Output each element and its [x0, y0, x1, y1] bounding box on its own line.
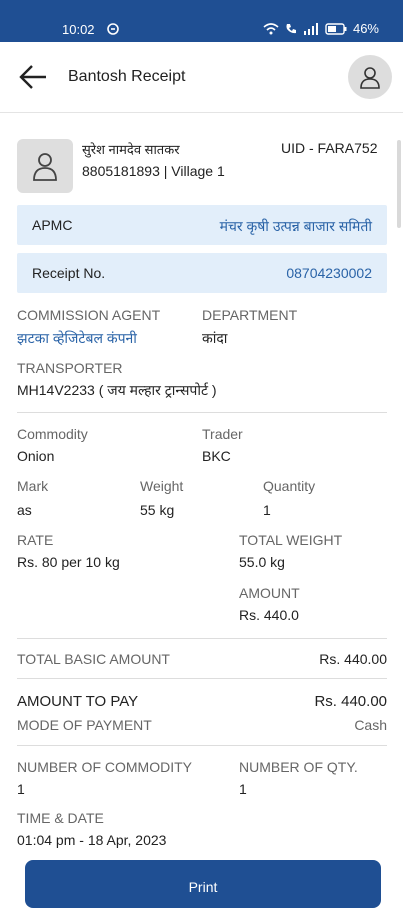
divider — [17, 745, 387, 746]
receipt-label: Receipt No. — [32, 265, 106, 281]
total-basic-value: Rs. 440.00 — [319, 651, 387, 667]
back-arrow-icon[interactable] — [18, 64, 48, 90]
mark-label: Mark — [17, 478, 49, 494]
department-value: कांदा — [202, 330, 228, 346]
battery-percent: 46% — [352, 21, 379, 36]
total-basic-label: TOTAL BASIC AMOUNT — [17, 651, 170, 667]
time-date-label: TIME & DATE — [17, 810, 104, 826]
amount-value: Rs. 440.0 — [239, 607, 299, 623]
page-title: Bantosh Receipt — [68, 68, 186, 85]
divider — [17, 412, 387, 413]
time-date-value: 01:04 pm - 18 Apr, 2023 — [17, 832, 167, 848]
mark-value: as — [17, 502, 32, 518]
receipt-value: 08704230002 — [286, 265, 372, 281]
farmer-avatar — [17, 139, 73, 193]
sync-icon — [107, 23, 119, 35]
quantity-label: Quantity — [263, 478, 316, 494]
call-icon — [286, 23, 296, 33]
department-label: DEPARTMENT — [202, 307, 298, 323]
number-of-commodity-value: 1 — [17, 781, 25, 797]
weight-value: 55 kg — [140, 502, 175, 518]
amount-to-pay-label: AMOUNT TO PAY — [17, 693, 139, 710]
app-bar: Bantosh Receipt — [0, 42, 403, 113]
apmc-box: APMC मंचर कृषी उत्पन्न बाजार समिती — [17, 205, 387, 245]
farmer-uid: UID - FARA752 — [281, 140, 378, 156]
status-bar: 10:02 46% — [0, 0, 403, 42]
commodity-value: Onion — [17, 448, 55, 464]
farmer-name: सुरेश नामदेव सातकर — [82, 142, 180, 157]
receipt-card: सुरेश नामदेव सातकर 8805181893 | Village … — [0, 112, 400, 902]
apmc-value: मंचर कृषी उत्पन्न बाजार समिती — [219, 218, 372, 234]
status-icons: 46% — [263, 21, 379, 36]
trader-label: Trader — [202, 426, 243, 442]
status-time: 10:02 — [62, 22, 95, 37]
transporter-value: MH14V2233 ( जय मल्हार ट्रान्सपोर्ट ) — [17, 382, 217, 398]
signal-icon — [303, 22, 318, 35]
commission-agent-label: COMMISSION AGENT — [17, 307, 161, 323]
commission-agent-value: झटका व्हेजिटेबल कंपनी — [17, 330, 137, 346]
farmer-phone-village: 8805181893 | Village 1 — [82, 163, 225, 179]
payment-mode-value: Cash — [354, 717, 387, 733]
number-of-qty-label: NUMBER OF QTY. — [239, 759, 358, 775]
divider — [17, 678, 387, 679]
divider — [17, 638, 387, 639]
number-of-commodity-label: NUMBER OF COMMODITY — [17, 759, 192, 775]
amount-label: AMOUNT — [239, 585, 300, 601]
amount-to-pay-value: Rs. 440.00 — [314, 693, 387, 710]
number-of-qty-value: 1 — [239, 781, 247, 797]
quantity-value: 1 — [263, 502, 271, 518]
transporter-label: TRANSPORTER — [17, 360, 123, 376]
trader-value: BKC — [202, 448, 231, 464]
battery-icon — [325, 22, 347, 35]
apmc-label: APMC — [32, 217, 73, 233]
payment-mode-label: MODE OF PAYMENT — [17, 717, 152, 733]
print-button[interactable]: Print — [25, 860, 381, 908]
profile-button[interactable] — [348, 55, 392, 99]
receipt-box: Receipt No. 08704230002 — [17, 253, 387, 293]
scrollbar[interactable] — [397, 140, 401, 228]
weight-label: Weight — [140, 478, 184, 494]
rate-label: RATE — [17, 532, 54, 548]
commodity-label: Commodity — [17, 426, 88, 442]
wifi-icon — [263, 22, 279, 34]
user-icon — [360, 67, 380, 89]
total-weight-value: 55.0 kg — [239, 554, 285, 570]
rate-value: Rs. 80 per 10 kg — [17, 554, 120, 570]
total-weight-label: TOTAL WEIGHT — [239, 532, 343, 548]
user-icon — [33, 153, 57, 181]
